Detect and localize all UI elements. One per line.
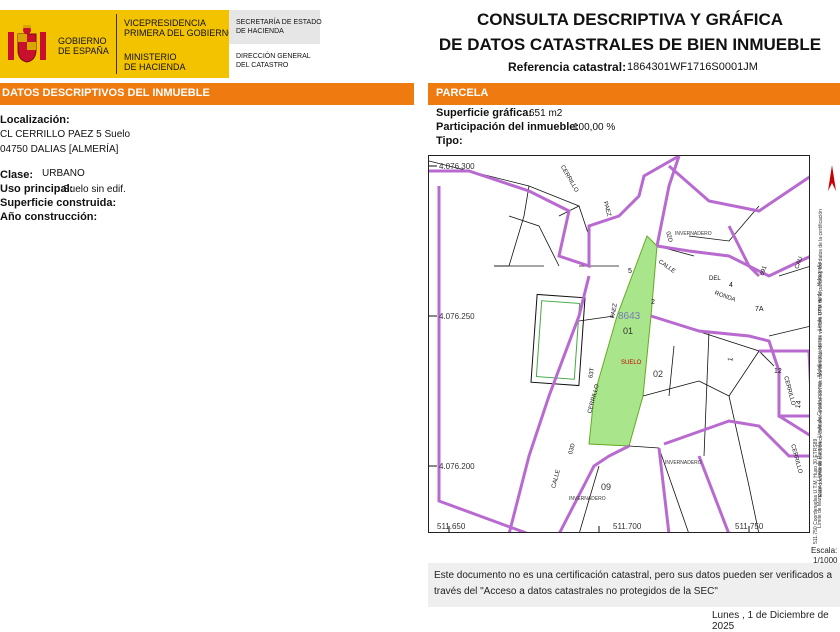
parcel-09-label: 09 (601, 482, 612, 492)
parcel-01-label: 01 (623, 326, 634, 336)
spain-coat-of-arms-icon (4, 22, 50, 68)
page-title-line1: CONSULTA DESCRIPTIVA Y GRÁFICA (476, 10, 784, 29)
superficie-grafica-value: 651 m2 (529, 108, 563, 119)
superficie-construida-label: Superficie construida: (0, 197, 117, 209)
localizacion-line1: CL CERRILLO PAEZ 5 Suelo (0, 129, 131, 140)
gobierno-label: GOBIERNO DE ESPAÑA (58, 36, 109, 56)
street-del-label: DEL (709, 276, 721, 282)
invernadero-label-1: INVERNADERO (675, 231, 712, 237)
vicepresidencia-label: VICEPRESIDENCIA PRIMERA DEL GOBIERNO (124, 18, 236, 38)
number-2-label: 2 (651, 299, 655, 306)
x-coord-left: 511.650 (437, 522, 466, 531)
number-7a-label: 7A (755, 306, 764, 313)
number-12-label: 12 (774, 368, 782, 375)
scale-label: Escala: (811, 546, 838, 555)
pool-inner (535, 300, 581, 380)
participacion-value: 100,00 % (573, 122, 616, 133)
number-14-label: 14 (794, 400, 804, 409)
disclaimer-box: Este documento no es una certificación c… (428, 563, 840, 607)
right-section-bar: PARCELA (428, 83, 840, 103)
number-5-label: 5 (628, 268, 632, 275)
left-bar-underline (0, 103, 414, 105)
ref-label: Referencia catastral: (508, 60, 627, 74)
invernadero-label-2: INVERNADERO (665, 460, 702, 466)
cadastral-map[interactable]: 4.076.300 4.076.250 4.076.200 511.650 51… (428, 155, 810, 533)
disclaimer-line1: Este documento no es una certificación c… (434, 570, 833, 581)
map-legend: 511.750 Coordenadas U.T.M. Huso 30 ETRS8… (810, 155, 840, 544)
page-title-line2: DE DATOS CATASTRALES DE BIEN INMUEBLE (438, 35, 822, 54)
localizacion-label: Localización: (0, 114, 70, 126)
y-coord-mid: 4.076.250 (439, 312, 475, 321)
participacion-label: Participación del inmueble: (436, 121, 580, 133)
uso-value: Suelo sin edif. (63, 184, 126, 195)
anio-construccion-label: Año construcción: (0, 211, 98, 223)
clase-value: URBANO (42, 168, 85, 179)
direccion-general-label: DIRECCIÓN GENERAL DEL CATASTRO (236, 53, 311, 69)
north-arrow-icon (826, 163, 838, 193)
localizacion-line2: 04750 DALIAS [ALMERÍA] (0, 144, 119, 155)
document-date: Lunes , 1 de Diciembre de 2025 (712, 610, 829, 632)
left-section-title: DATOS DESCRIPTIVOS DEL INMUEBLE (2, 87, 210, 99)
divider (116, 14, 117, 74)
number-4-label: 4 (729, 282, 733, 289)
right-section-title: PARCELA (436, 87, 489, 99)
clase-label: Clase: (0, 169, 34, 181)
tipo-label: Tipo: (436, 135, 463, 147)
superficie-grafica-label: Superficie gráfica: (436, 107, 532, 119)
suelo-label: SUELO (621, 360, 642, 366)
parcel-id-label: 8643 (618, 311, 641, 322)
parcel-02-label: 02 (653, 369, 664, 379)
y-coord-top: 4.076.300 (439, 162, 475, 171)
invernadero-label-3: INVERNADERO (569, 496, 606, 502)
ref-value: 1864301WF1716S0001JM (627, 61, 758, 73)
selected-parcel (588, 235, 658, 447)
cadastral-map-drawing (429, 156, 809, 532)
right-bar-underline (428, 103, 840, 105)
x-coord-right: 511.750 (735, 522, 764, 531)
legend-items: Límite de Manzana · Límite de Parcela · … (817, 261, 823, 528)
ministerio-label: MINISTERIO DE HACIENDA (124, 52, 186, 72)
disclaimer-line2: través del "Acceso a datos catastrales n… (434, 586, 718, 597)
y-coord-bottom: 4.076.200 (439, 462, 475, 471)
x-coord-mid: 511.700 (613, 522, 642, 531)
left-section-bar: DATOS DESCRIPTIVOS DEL INMUEBLE (0, 83, 414, 103)
secretaria-label: SECRETARÍA DE ESTADO DE HACIENDA (236, 19, 322, 35)
